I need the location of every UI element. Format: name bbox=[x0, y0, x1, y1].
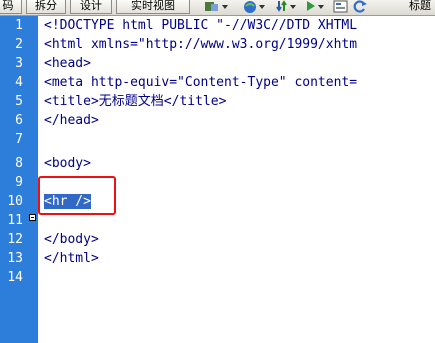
line-number: 12 bbox=[7, 232, 23, 247]
code-line[interactable]: <!DOCTYPE html PUBLIC "-//W3C//DTD XHTML bbox=[44, 16, 357, 35]
debug-icon[interactable] bbox=[305, 0, 329, 13]
code-fold-toggle[interactable] bbox=[29, 214, 36, 221]
line-number: 3 bbox=[15, 56, 23, 71]
code-line[interactable]: </head> bbox=[44, 111, 99, 130]
line-number: 14 bbox=[7, 270, 23, 285]
line-number: 9 bbox=[15, 175, 23, 190]
code-line[interactable]: <title>无标题文档</title> bbox=[44, 92, 226, 111]
live-view-button[interactable]: 实时视图 bbox=[116, 0, 190, 14]
line-number: 5 bbox=[15, 94, 23, 109]
code-line[interactable]: <html xmlns="http://www.w3.org/1999/xhtm bbox=[44, 35, 357, 54]
code-view-button[interactable]: 码 bbox=[0, 0, 22, 14]
view-options-icon[interactable] bbox=[333, 0, 349, 13]
document-toolbar: 码 拆分 设计 实时视图 标题 bbox=[0, 0, 435, 16]
line-number: 10 bbox=[7, 194, 23, 209]
red-highlight-annotation bbox=[38, 176, 116, 215]
line-number: 2 bbox=[15, 37, 23, 52]
code-line[interactable]: <head> bbox=[44, 54, 91, 73]
code-line[interactable]: </html> bbox=[44, 249, 99, 268]
line-number: 1 bbox=[15, 18, 23, 33]
code-line[interactable]: </body> bbox=[44, 230, 99, 249]
multiscreen-icon[interactable] bbox=[203, 0, 231, 13]
line-number: 13 bbox=[7, 251, 23, 266]
code-line[interactable]: <body> bbox=[44, 154, 91, 173]
browser-preview-icon[interactable] bbox=[243, 0, 269, 13]
line-number: 4 bbox=[15, 75, 23, 90]
line-number-gutter: 1 2 3 4 5 6 7 8 9 10 11 12 13 14 bbox=[0, 16, 38, 343]
refresh-icon[interactable] bbox=[352, 0, 368, 13]
split-view-button[interactable]: 拆分 bbox=[26, 0, 66, 14]
design-view-button[interactable]: 设计 bbox=[70, 0, 112, 14]
line-number: 7 bbox=[15, 132, 23, 147]
file-management-icon[interactable] bbox=[275, 0, 301, 13]
line-number: 11 bbox=[7, 213, 23, 228]
line-number: 8 bbox=[15, 156, 23, 171]
code-line[interactable]: <meta http-equiv="Content-Type" content= bbox=[44, 73, 357, 92]
title-label: 标题 bbox=[409, 0, 431, 12]
line-number: 6 bbox=[15, 113, 23, 128]
